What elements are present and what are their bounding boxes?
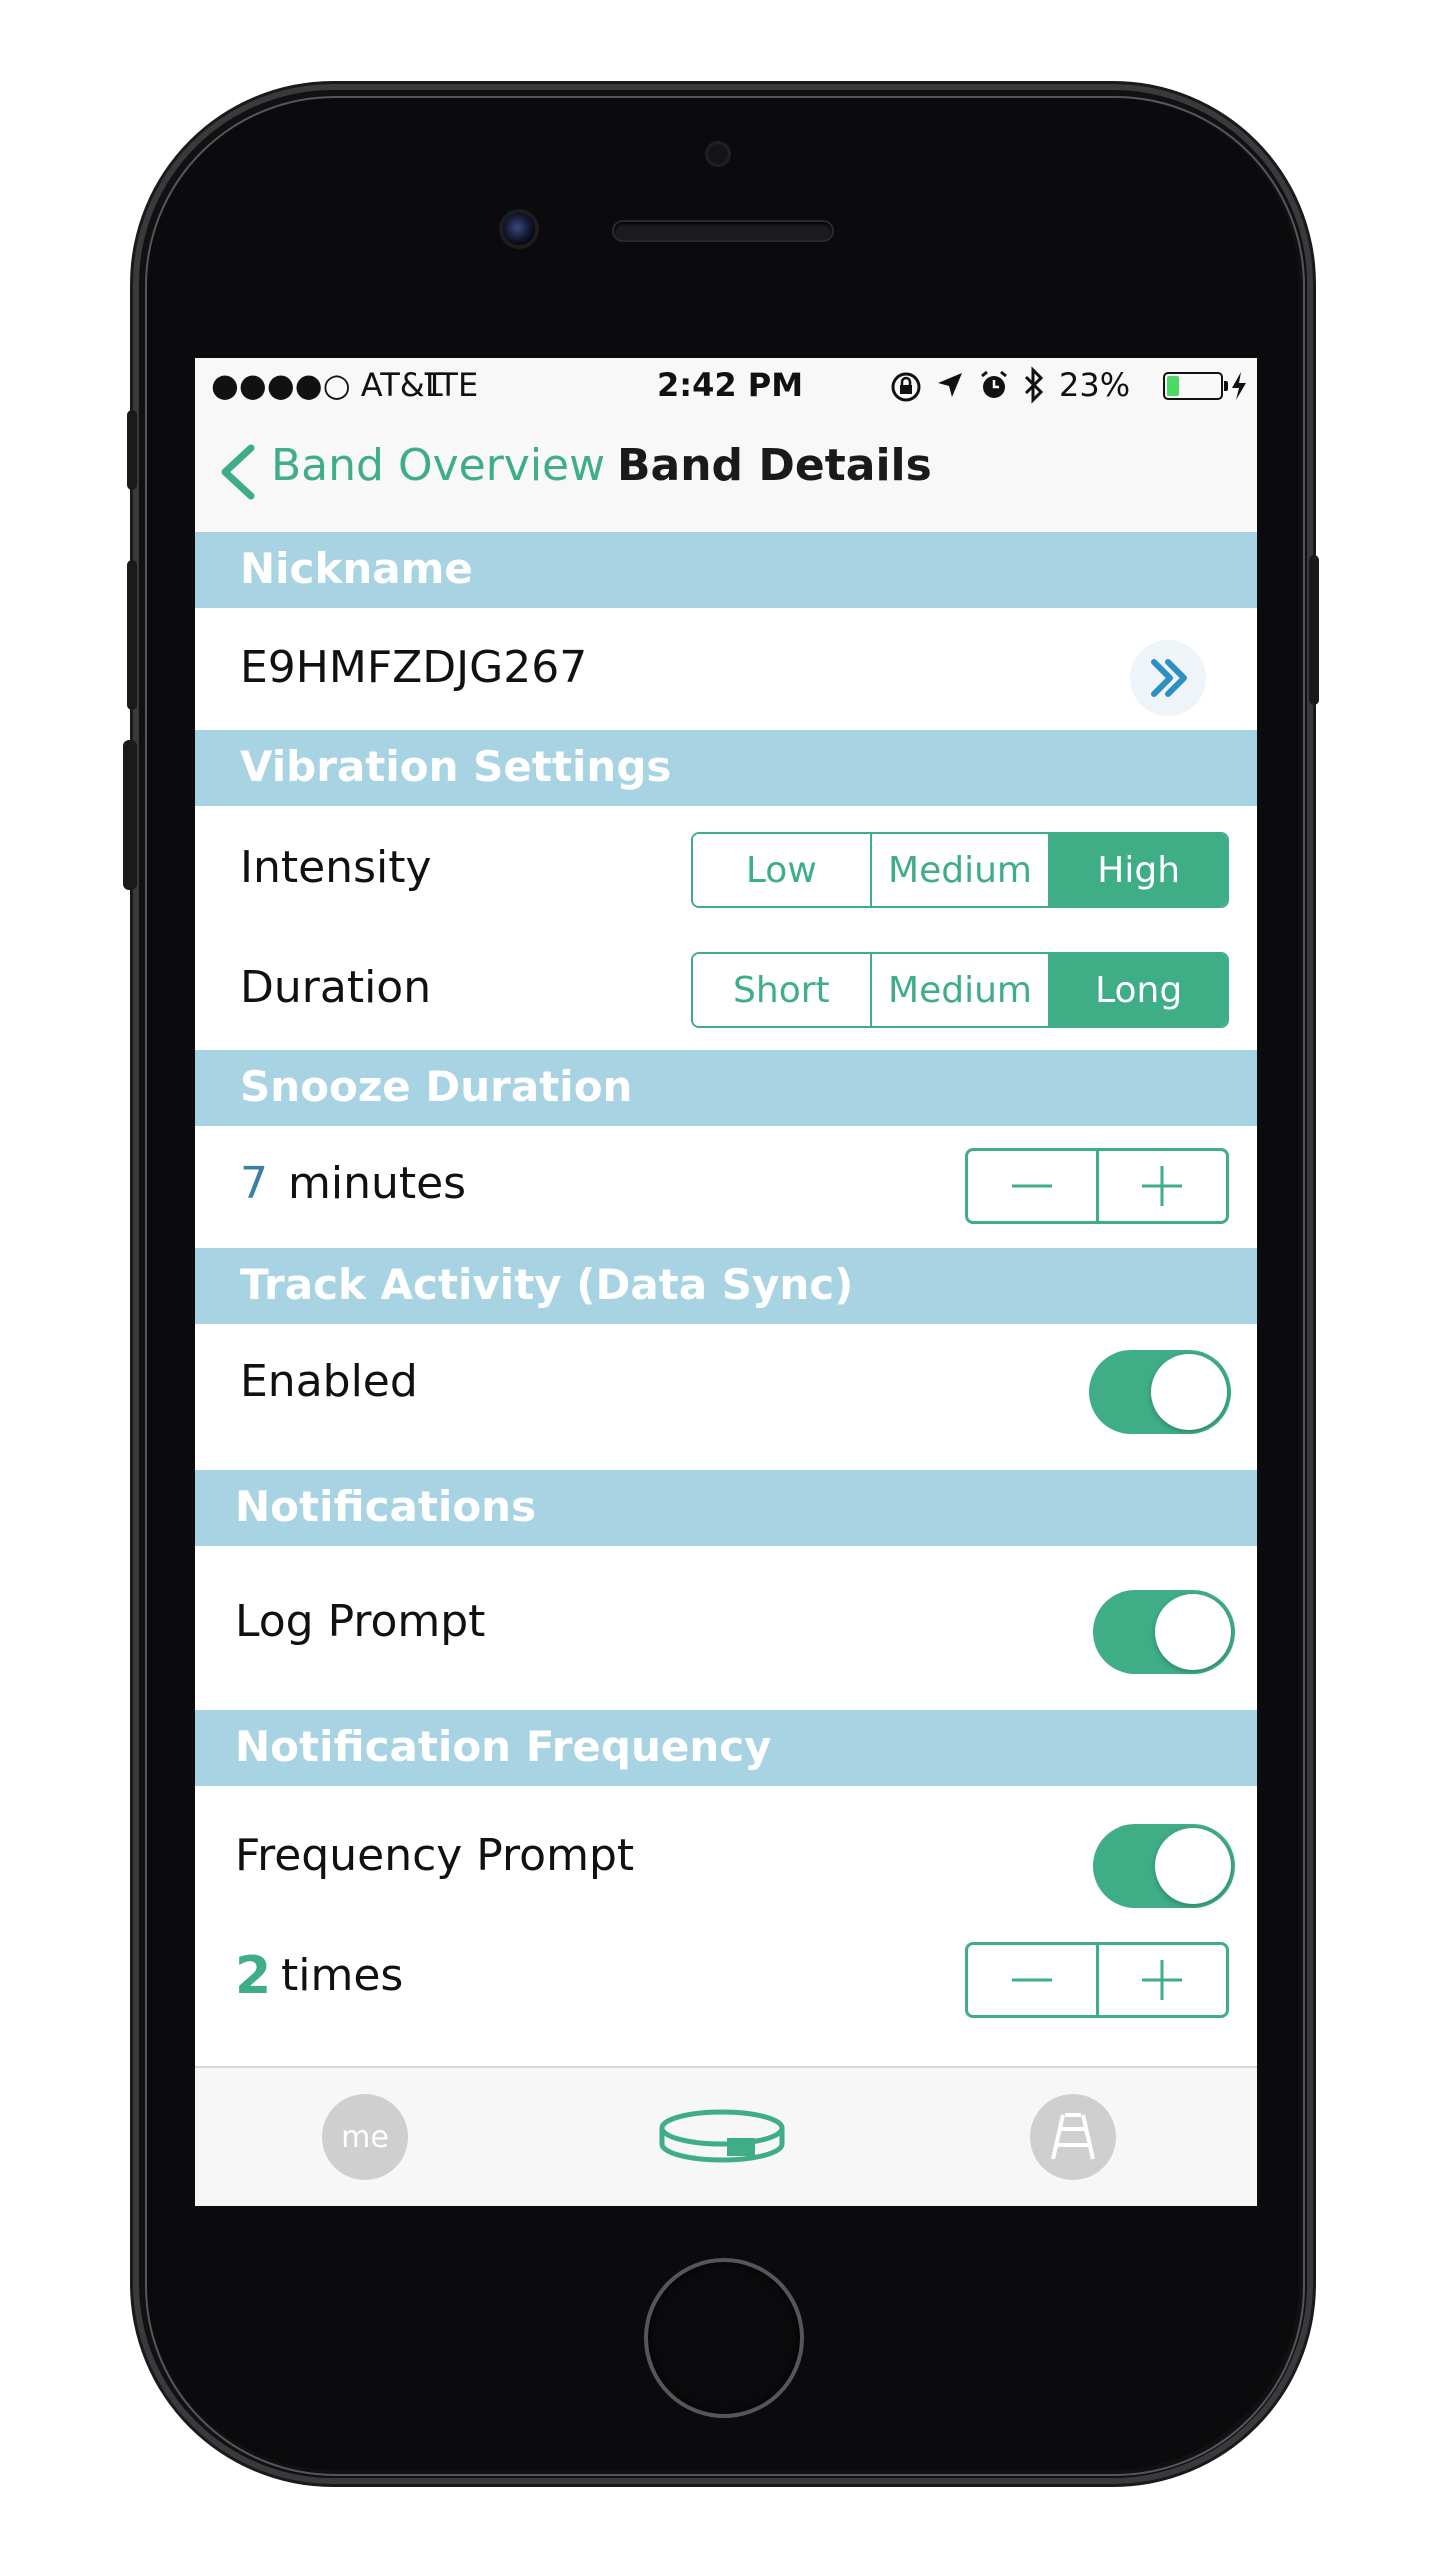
minus-icon [1011,1184,1052,1188]
battery-percent: 23% [1059,366,1131,404]
carrier-label: ●●●●○ AT&T [211,366,445,404]
edit-nickname-button[interactable] [1130,640,1206,716]
double-chevron-right-icon [1151,659,1187,697]
snooze-value: 7 [240,1158,268,1209]
frequency-prompt-label: Frequency Prompt [235,1830,635,1881]
section-header-frequency: Notification Frequency [195,1710,1257,1786]
snooze-stepper [965,1148,1229,1224]
frequency-increment-button[interactable] [1095,1945,1227,2015]
toggle-knob [1155,1594,1231,1670]
intensity-option-low[interactable]: Low [693,834,870,906]
volume-up-button [127,560,137,710]
ladder-icon [1051,2113,1095,2160]
frequency-prompt-toggle[interactable] [1093,1824,1235,1908]
battery-icon [1163,372,1228,400]
band-tab-icon[interactable] [657,2104,787,2170]
intensity-label: Intensity [240,842,432,893]
front-camera [503,213,535,245]
intensity-option-high[interactable]: High [1048,834,1227,906]
minus-icon [1011,1978,1052,1982]
frequency-count: 2 [235,1946,272,2006]
section-header-track-activity: Track Activity (Data Sync) [195,1248,1257,1324]
earpiece-speaker [614,222,832,240]
power-button [1309,555,1319,705]
section-header-vibration: Vibration Settings [195,730,1257,806]
coach-tab[interactable] [1030,2094,1116,2180]
back-button[interactable]: Band Overview [271,440,605,491]
volume-down-button [123,740,137,890]
app-screen: ●●●●○ AT&T LTE 2:42 PM 23% Band Overview… [195,358,1257,2206]
mute-switch [127,410,137,490]
me-tab[interactable]: me [322,2094,408,2180]
alarm-icon [981,370,1007,398]
location-arrow-icon [938,373,962,397]
log-prompt-label: Log Prompt [235,1596,486,1647]
snooze-decrement-button[interactable] [968,1151,1096,1221]
home-button[interactable] [644,2258,804,2418]
frequency-unit: times [281,1950,404,2001]
frequency-stepper [965,1942,1229,2018]
plus-icon [1142,1166,1183,1206]
nickname-value: E9HMFZDJG267 [240,642,588,693]
track-activity-label: Enabled [240,1356,418,1407]
duration-label: Duration [240,962,432,1013]
duration-option-short[interactable]: Short [693,954,870,1026]
tab-bar: me [195,2066,1257,2206]
intensity-option-medium[interactable]: Medium [869,834,1049,906]
page-title: Band Details [617,440,932,491]
frequency-decrement-button[interactable] [968,1945,1096,2015]
duration-option-long[interactable]: Long [1048,954,1227,1026]
section-header-snooze: Snooze Duration [195,1050,1257,1126]
orientation-lock-icon [891,372,921,402]
toggle-knob [1155,1828,1231,1904]
section-header-notifications: Notifications [195,1470,1257,1546]
network-label: LTE [425,366,479,404]
duration-segmented-control: Short Medium Long [691,952,1229,1028]
status-time: 2:42 PM [657,366,804,404]
section-header-nickname: Nickname [195,532,1257,608]
proximity-sensor [708,144,728,164]
back-chevron-icon[interactable] [215,442,259,502]
navigation-bar: Band Overview Band Details [195,414,1257,534]
snooze-unit: minutes [288,1158,467,1209]
me-tab-label: me [341,2119,389,2155]
toggle-knob [1151,1354,1227,1430]
duration-option-medium[interactable]: Medium [869,954,1049,1026]
plus-icon [1142,1960,1183,2000]
battery-fill [1167,376,1179,396]
bluetooth-icon [1024,366,1044,404]
intensity-segmented-control: Low Medium High [691,832,1229,908]
status-bar: ●●●●○ AT&T LTE 2:42 PM 23% [195,358,1257,414]
log-prompt-toggle[interactable] [1093,1590,1235,1674]
snooze-increment-button[interactable] [1095,1151,1227,1221]
charging-icon [1232,372,1246,400]
track-activity-toggle[interactable] [1089,1350,1231,1434]
